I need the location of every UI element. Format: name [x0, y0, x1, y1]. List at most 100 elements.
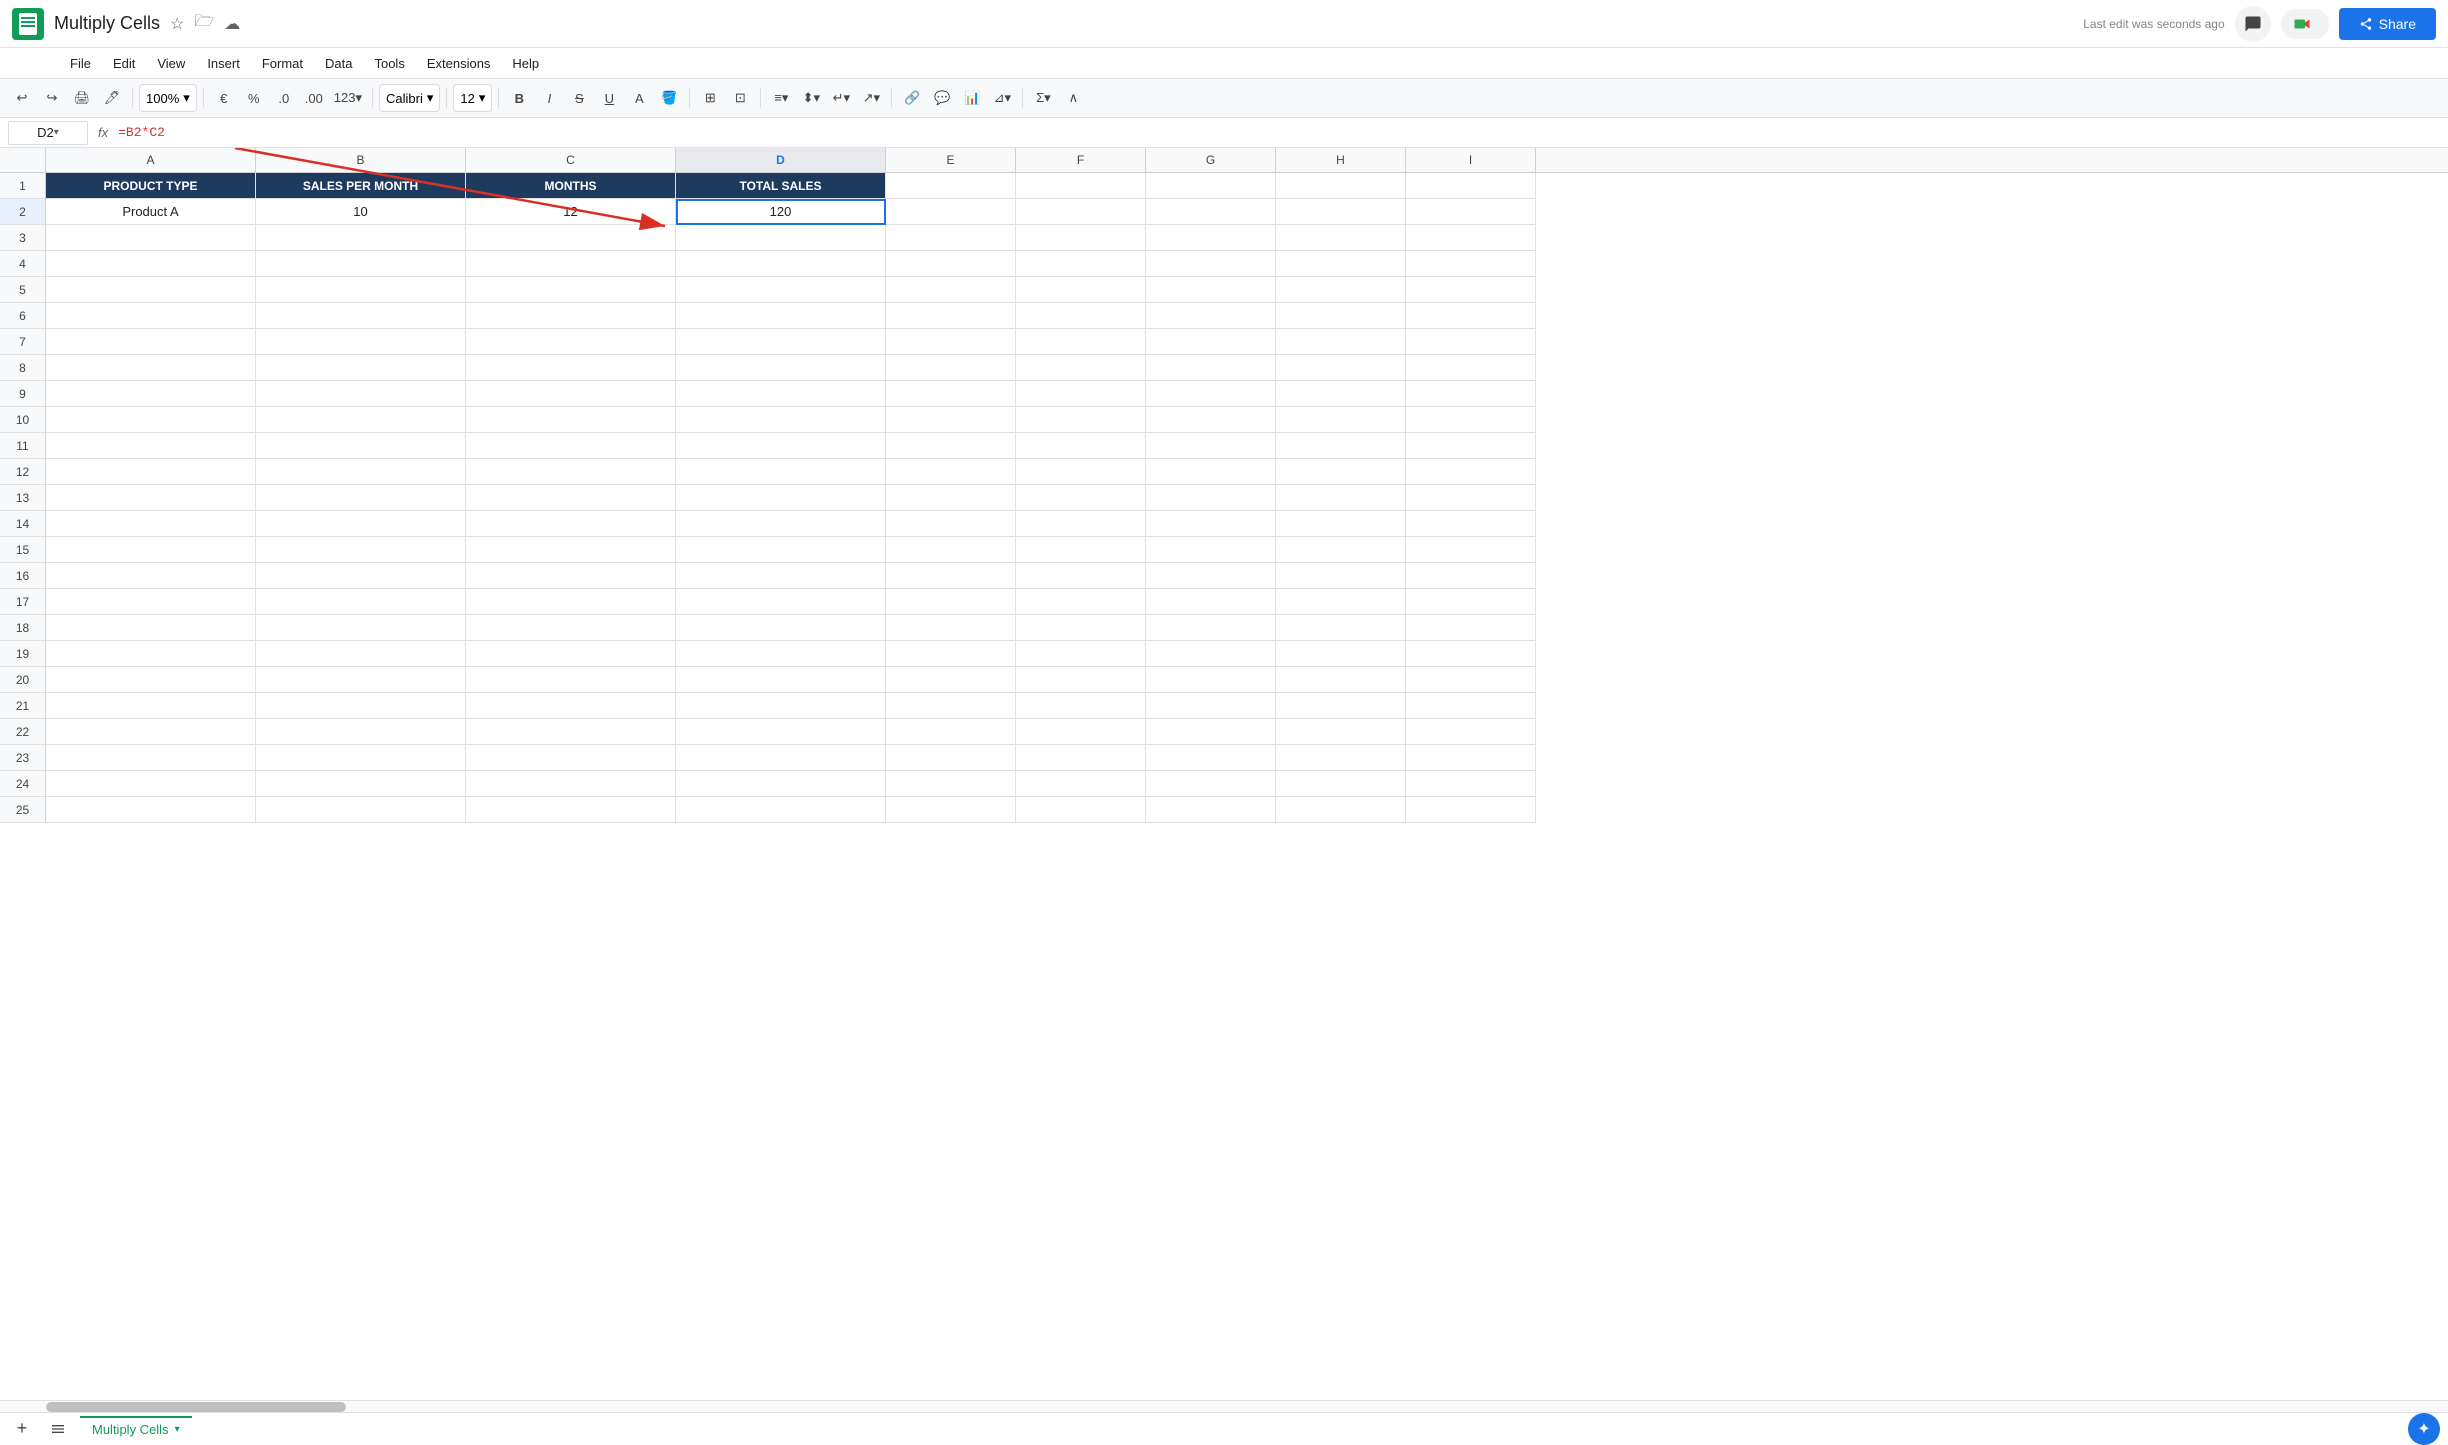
cell-b2[interactable]: 10 — [256, 199, 466, 225]
undo-button[interactable]: ↩ — [8, 84, 36, 112]
paint-format-button[interactable]: 🖊 — [98, 84, 126, 112]
decimal-decrease-button[interactable]: .0 — [270, 84, 298, 112]
underline-button[interactable]: U — [595, 84, 623, 112]
menu-insert[interactable]: Insert — [197, 52, 250, 75]
bold-button[interactable]: B — [505, 84, 533, 112]
filter-button[interactable]: ⊿▾ — [988, 84, 1016, 112]
cell-d3[interactable] — [676, 225, 886, 251]
cell-g1[interactable] — [1146, 173, 1276, 199]
cell-reference-box[interactable]: D2 ▾ — [8, 121, 88, 145]
redo-button[interactable]: ↪ — [38, 84, 66, 112]
document-title[interactable]: Multiply Cells — [54, 13, 160, 34]
font-select[interactable]: Calibri ▾ — [379, 84, 440, 112]
add-sheet-button[interactable]: + — [8, 1415, 36, 1443]
menu-bar: File Edit View Insert Format Data Tools … — [0, 48, 2448, 78]
cell-c3[interactable] — [466, 225, 676, 251]
share-button[interactable]: Share — [2339, 8, 2436, 40]
menu-data[interactable]: Data — [315, 52, 362, 75]
cell-e1[interactable] — [886, 173, 1016, 199]
valign-button[interactable]: ⬍▾ — [797, 84, 825, 112]
horizontal-scrollbar[interactable] — [0, 1400, 2448, 1412]
menu-extensions[interactable]: Extensions — [417, 52, 501, 75]
strikethrough-button[interactable]: S — [565, 84, 593, 112]
italic-button[interactable]: I — [535, 84, 563, 112]
cell-b3[interactable] — [256, 225, 466, 251]
sheet-tab[interactable]: Multiply Cells ▾ — [80, 1416, 192, 1441]
explore-button[interactable]: ✦ — [2408, 1413, 2440, 1445]
font-size-select[interactable]: 12 ▾ — [453, 84, 492, 112]
cell-e2[interactable] — [886, 199, 1016, 225]
cell-d1[interactable]: TOTAL SALES — [676, 173, 886, 199]
cloud-icon[interactable]: ☁ — [224, 14, 240, 34]
col-header-e[interactable]: E — [886, 148, 1016, 172]
grid-wrapper[interactable]: A B C D E F G H I 1 PRODUCT TYPE SALES P… — [0, 148, 2448, 1400]
table-row: 25 — [0, 797, 2448, 823]
align-button[interactable]: ≡▾ — [767, 84, 795, 112]
row-num-2[interactable]: 2 — [0, 199, 46, 225]
toolbar-divider-5 — [498, 88, 499, 108]
collapse-button[interactable]: ∧ — [1059, 84, 1087, 112]
cell-d2[interactable]: 120 — [676, 199, 886, 225]
sheet-container: A B C D E F G H I 1 PRODUCT TYPE SALES P… — [0, 148, 2448, 1412]
menu-help[interactable]: Help — [502, 52, 549, 75]
cell-f2[interactable] — [1016, 199, 1146, 225]
sheet-tab-dropdown[interactable]: ▾ — [175, 1424, 180, 1435]
chart-button[interactable]: 📊 — [958, 84, 986, 112]
folder-icon[interactable]: 🗁 — [194, 10, 214, 37]
sheet-list-button[interactable] — [44, 1415, 72, 1443]
col-header-d[interactable]: D — [676, 148, 886, 172]
col-header-c[interactable]: C — [466, 148, 676, 172]
cell-g2[interactable] — [1146, 199, 1276, 225]
toolbar-divider-3 — [372, 88, 373, 108]
row-num-1[interactable]: 1 — [0, 173, 46, 199]
merge-button[interactable]: ⊡ — [726, 84, 754, 112]
col-header-h[interactable]: H — [1276, 148, 1406, 172]
comment-button[interactable]: 💬 — [928, 84, 956, 112]
percent-button[interactable]: % — [240, 84, 268, 112]
function-button[interactable]: Σ▾ — [1029, 84, 1057, 112]
row-num-3[interactable]: 3 — [0, 225, 46, 251]
cell-f1[interactable] — [1016, 173, 1146, 199]
cell-h2[interactable] — [1276, 199, 1406, 225]
menu-view[interactable]: View — [147, 52, 195, 75]
toolbar-divider-6 — [689, 88, 690, 108]
euro-button[interactable]: € — [210, 84, 238, 112]
cell-i1[interactable] — [1406, 173, 1536, 199]
col-header-a[interactable]: A — [46, 148, 256, 172]
cell-a1[interactable]: PRODUCT TYPE — [46, 173, 256, 199]
wrap-button[interactable]: ↵▾ — [827, 84, 855, 112]
print-button[interactable]: 🖨 — [68, 84, 96, 112]
borders-button[interactable]: ⊞ — [696, 84, 724, 112]
menu-format[interactable]: Format — [252, 52, 313, 75]
decimal-increase-button[interactable]: .00 — [300, 84, 328, 112]
cell-c1[interactable]: MONTHS — [466, 173, 676, 199]
title-bar: Multiply Cells ☆ 🗁 ☁ Last edit was secon… — [0, 0, 2448, 48]
fill-color-button[interactable]: 🪣 — [655, 84, 683, 112]
col-header-g[interactable]: G — [1146, 148, 1276, 172]
table-row: 12 — [0, 459, 2448, 485]
toolbar-divider-7 — [760, 88, 761, 108]
cell-i2[interactable] — [1406, 199, 1536, 225]
cell-a3[interactable] — [46, 225, 256, 251]
row-num-4[interactable]: 4 — [0, 251, 46, 277]
menu-tools[interactable]: Tools — [364, 52, 414, 75]
col-header-b[interactable]: B — [256, 148, 466, 172]
col-header-i[interactable]: I — [1406, 148, 1536, 172]
format-number-button[interactable]: 123▾ — [330, 84, 366, 112]
menu-file[interactable]: File — [60, 52, 101, 75]
cell-c2[interactable]: 12 — [466, 199, 676, 225]
cell-ref-dropdown[interactable]: ▾ — [54, 127, 59, 138]
star-icon[interactable]: ☆ — [170, 14, 184, 34]
formula-input[interactable] — [118, 121, 2440, 145]
zoom-select[interactable]: 100% ▾ — [139, 84, 197, 112]
link-button[interactable]: 🔗 — [898, 84, 926, 112]
text-color-button[interactable]: A — [625, 84, 653, 112]
cell-h1[interactable] — [1276, 173, 1406, 199]
rotate-button[interactable]: ↗▾ — [857, 84, 885, 112]
menu-edit[interactable]: Edit — [103, 52, 145, 75]
cell-b1[interactable]: SALES PER MONTH — [256, 173, 466, 199]
meet-button[interactable] — [2281, 9, 2329, 39]
chat-button[interactable] — [2235, 6, 2271, 42]
col-header-f[interactable]: F — [1016, 148, 1146, 172]
cell-a2[interactable]: Product A — [46, 199, 256, 225]
